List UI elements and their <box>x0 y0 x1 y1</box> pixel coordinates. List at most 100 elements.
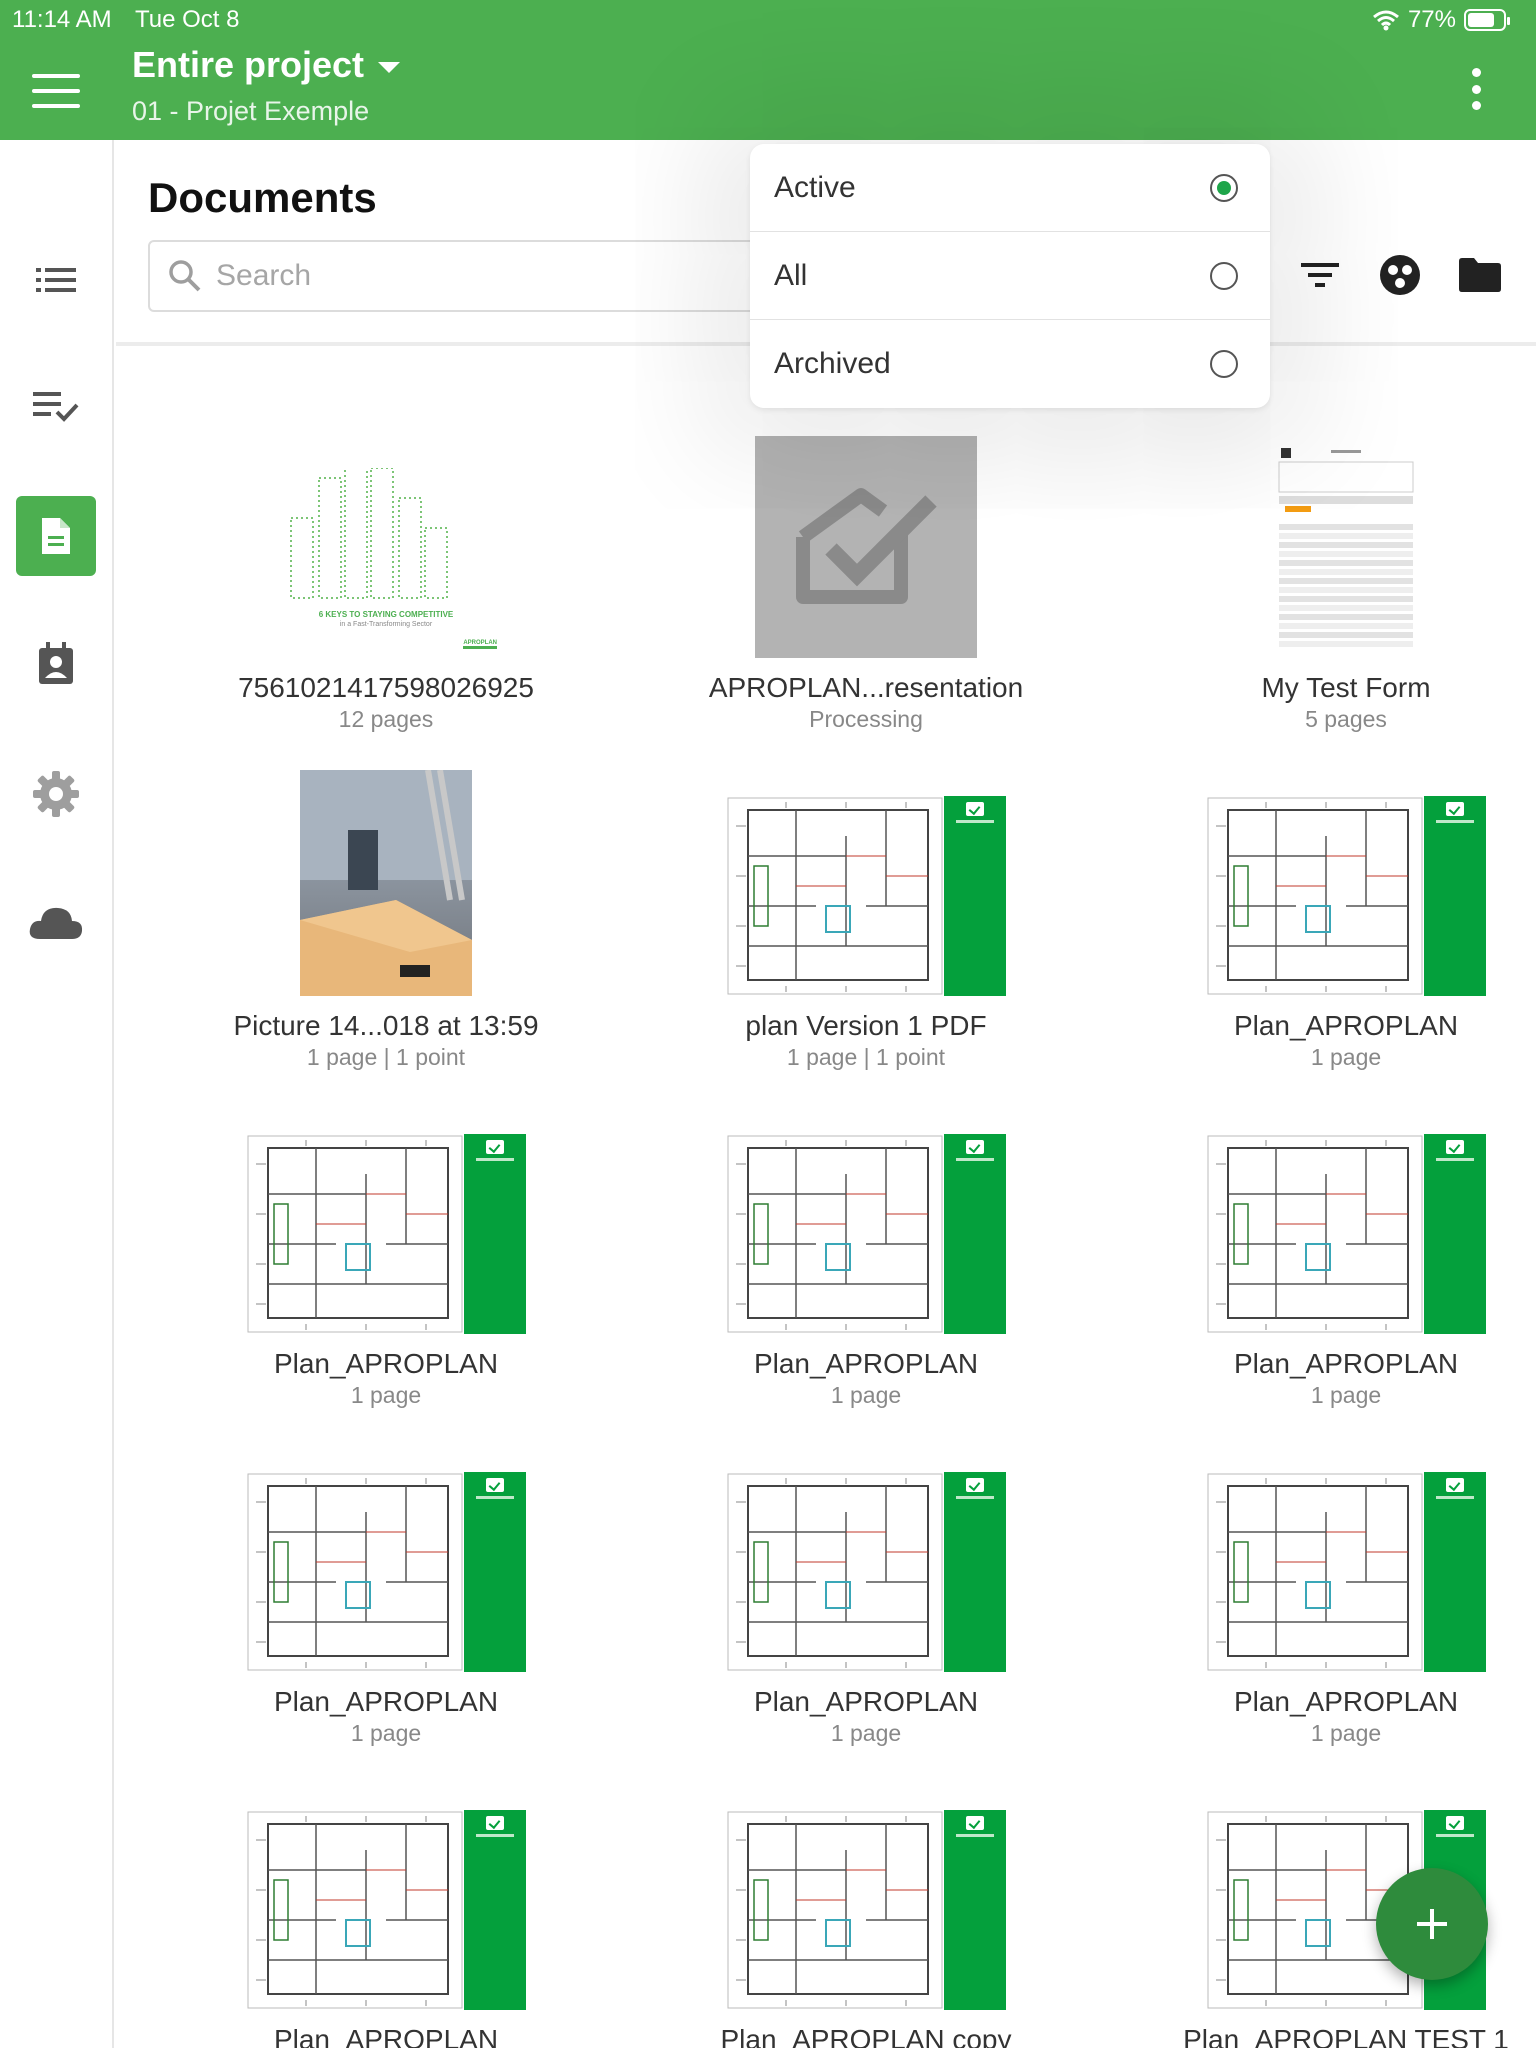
contact-card-icon <box>39 642 73 684</box>
project-subtitle: 01 - Projet Exemple <box>132 96 370 126</box>
document-meta: Processing <box>809 706 923 732</box>
sidebar-item-tasks[interactable] <box>16 366 96 446</box>
document-card[interactable]: 6 KEYS TO STAYING COMPETITIVE in a Fast-T… <box>146 408 626 732</box>
document-name: Plan_APROPLAN <box>273 2024 499 2048</box>
status-indicators: 77% <box>1372 6 1510 34</box>
plan-thumbnail <box>726 1134 1006 1334</box>
document-card[interactable]: Plan_APROPLAN1 page <box>626 1084 1106 1408</box>
document-thumbnail <box>1106 1422 1536 1672</box>
photo-thumbnail <box>300 770 472 996</box>
filter-icon <box>1301 263 1339 287</box>
document-meta: 1 page <box>1310 1044 1382 1070</box>
caret-down-icon <box>378 61 401 73</box>
list-icon <box>36 268 76 292</box>
filter-button[interactable] <box>1295 250 1345 300</box>
document-thumbnail <box>1106 1084 1536 1334</box>
document-name: My Test Form <box>1261 672 1431 703</box>
document-name: Plan_APROPLAN <box>273 1348 499 1379</box>
document-thumbnail <box>1106 746 1536 996</box>
checklist-icon <box>33 392 79 422</box>
document-meta: 12 pages <box>338 706 434 732</box>
filter-option-label: All <box>774 258 808 292</box>
plan-thumbnail <box>246 1810 526 2010</box>
plan-thumbnail <box>726 1472 1006 1672</box>
sidebar-item-cloud[interactable] <box>16 882 96 962</box>
document-card[interactable]: Plan_APROPLAN1 page <box>146 1760 626 2048</box>
plus-icon <box>1417 1909 1447 1939</box>
document-meta: 1 page | 1 point <box>306 1044 466 1070</box>
document-thumbnail <box>146 1422 626 1672</box>
sidebar <box>0 140 114 2048</box>
document-name: APROPLAN...resentation <box>708 672 1024 703</box>
folder-icon <box>1459 258 1501 292</box>
group-button[interactable] <box>1375 250 1425 300</box>
battery-percent: 77% <box>1407 6 1456 33</box>
document-card[interactable]: Plan_APROPLAN1 page <box>1106 746 1536 1070</box>
document-card[interactable]: Plan_APROPLAN1 page <box>626 1422 1106 1746</box>
document-thumbnail <box>626 746 1106 996</box>
document-card[interactable]: Plan_APROPLAN 1 page <box>1106 1084 1536 1408</box>
document-meta: 1 page <box>830 1720 902 1746</box>
cover-headline: 6 KEYS TO STAYING COMPETITIVE <box>318 610 454 619</box>
search-icon <box>169 260 201 292</box>
document-thumbnail <box>146 1084 626 1334</box>
page-title: Documents <box>148 174 377 221</box>
filter-option-label: Active <box>774 170 856 204</box>
document-thumbnail <box>1106 408 1536 658</box>
document-meta: 1 page <box>350 1382 422 1408</box>
document-card[interactable]: plan Version 1 PDF 1 page | 1 point <box>626 746 1106 1070</box>
plan-thumbnail <box>1206 1472 1486 1672</box>
document-meta: 1 page <box>1310 1382 1382 1408</box>
document-meta: 1 page <box>830 1382 902 1408</box>
document-meta: 5 pages <box>1305 706 1387 732</box>
search-input[interactable] <box>216 259 776 293</box>
document-card[interactable]: Picture 14...018 at 13:59 1 page | 1 poin… <box>146 746 626 1070</box>
document-name: 7561021417598026925 <box>238 672 534 703</box>
project-title: Entire project <box>132 44 365 85</box>
document-card[interactable]: Plan_APROPLAN1 page <box>146 1422 626 1746</box>
more-options-button[interactable] <box>1470 68 1482 110</box>
plan-thumbnail <box>726 796 1006 996</box>
cover-brand: APROPLAN <box>463 640 497 649</box>
plan-thumbnail <box>726 1810 1006 2010</box>
document-name: plan Version 1 PDF <box>745 1010 987 1041</box>
filter-option-all[interactable]: All <box>750 232 1270 320</box>
project-selector[interactable]: Entire project <box>132 44 401 86</box>
plan-thumbnail <box>246 1472 526 1672</box>
gear-icon <box>33 771 79 817</box>
document-card[interactable]: Plan_APROPLAN 1 page <box>146 1084 626 1408</box>
plan-thumbnail <box>246 1134 526 1334</box>
wifi-icon <box>1372 10 1399 31</box>
document-card[interactable]: My Test Form 5 pages <box>1106 408 1536 732</box>
document-thumbnail: 6 KEYS TO STAYING COMPETITIVE in a Fast-T… <box>146 408 626 658</box>
sidebar-item-settings[interactable] <box>16 754 96 834</box>
document-card[interactable]: APROPLAN...resentation Processing <box>626 408 1106 732</box>
document-name: Plan_APROPLAN <box>1233 1348 1459 1379</box>
filter-option-active[interactable]: Active <box>750 144 1270 232</box>
document-name: Plan_APROPLAN TEST 1 <box>1183 2024 1509 2048</box>
filter-option-archived[interactable]: Archived <box>750 320 1270 408</box>
document-card[interactable]: Plan_APROPLAN1 page <box>1106 1422 1536 1746</box>
sidebar-item-contacts[interactable] <box>16 624 96 704</box>
cover-subline: in a Fast-Transforming Sector <box>339 621 433 628</box>
add-document-button[interactable] <box>1376 1868 1488 1980</box>
radio-unselected-icon <box>1210 261 1238 290</box>
app-bar: 11:14 AM Tue Oct 8 77% Entire project 01… <box>0 0 1536 140</box>
sidebar-item-list[interactable] <box>16 240 96 320</box>
search-box <box>148 240 848 312</box>
document-name: Plan_APROPLAN <box>1233 1686 1459 1717</box>
document-thumbnail <box>146 1760 626 2010</box>
plan-thumbnail <box>1206 796 1486 996</box>
aproplan-logo-icon <box>796 488 937 604</box>
document-icon <box>42 518 70 554</box>
document-card[interactable]: Plan_APROPLAN copy1 page <box>626 1760 1106 2048</box>
filter-option-label: Archived <box>774 347 891 380</box>
document-thumbnail <box>146 746 626 996</box>
sidebar-item-documents[interactable] <box>16 496 96 576</box>
radio-unselected-icon <box>1210 350 1238 378</box>
document-meta: 1 page <box>350 1720 422 1746</box>
status-date: Tue Oct 8 <box>135 6 240 33</box>
menu-button[interactable] <box>32 74 80 108</box>
document-thumbnail <box>626 408 1106 658</box>
folder-button[interactable] <box>1455 250 1505 300</box>
